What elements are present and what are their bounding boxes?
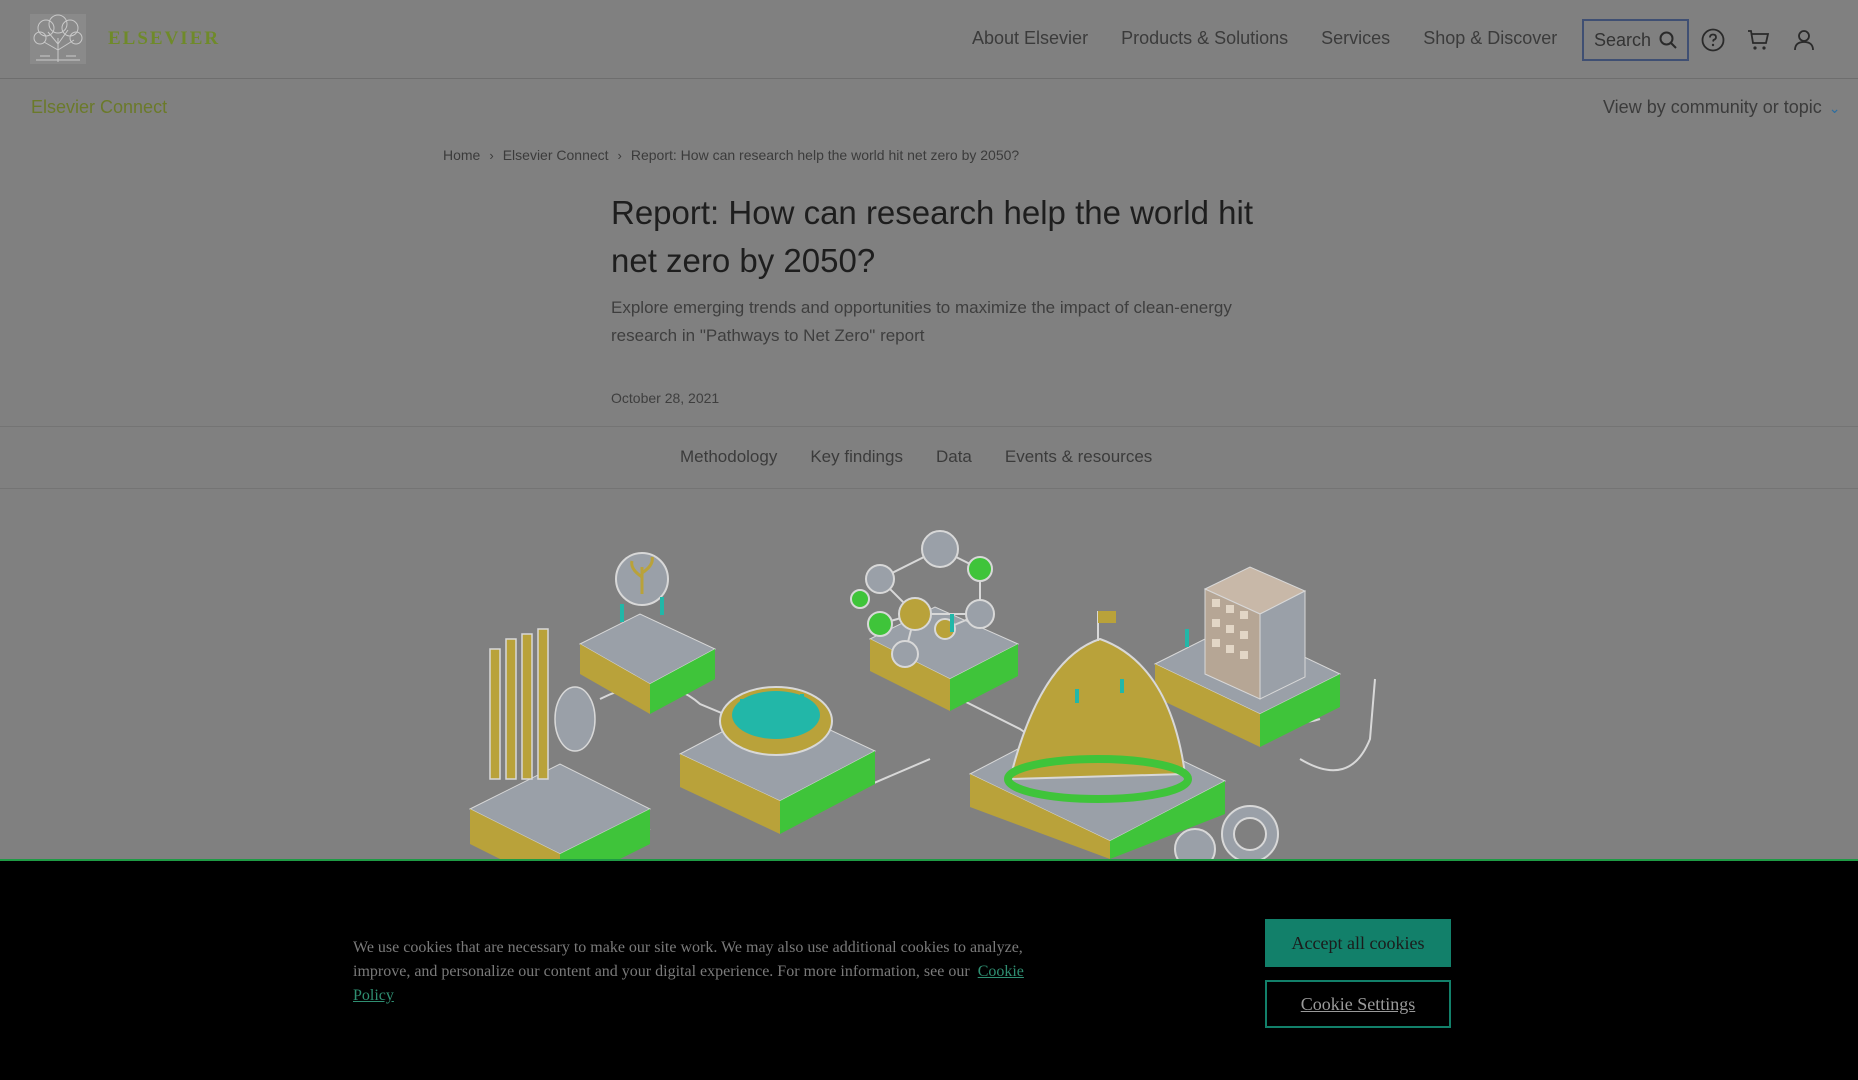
cart-icon[interactable]: [1746, 28, 1770, 52]
tab-methodology[interactable]: Methodology: [680, 447, 777, 467]
cookie-message: We use cookies that are necessary to mak…: [353, 939, 1023, 980]
nav-products-solutions[interactable]: Products & Solutions: [1121, 28, 1288, 49]
main-nav: About Elsevier Products & Solutions Serv…: [972, 28, 1590, 49]
breadcrumb-home[interactable]: Home: [443, 147, 480, 163]
breadcrumb-elsevier-connect[interactable]: Elsevier Connect: [503, 147, 609, 163]
tree-logo-icon: [30, 14, 86, 64]
accept-all-cookies-button[interactable]: Accept all cookies: [1265, 919, 1451, 967]
view-by-label: View by community or topic: [1603, 97, 1822, 117]
account-icon[interactable]: [1792, 28, 1816, 52]
cookie-banner: We use cookies that are necessary to mak…: [0, 859, 1858, 1080]
hero-illustration: [0, 489, 1858, 859]
search-button[interactable]: Search: [1582, 19, 1689, 61]
chevron-down-icon: ⌄: [1828, 100, 1841, 116]
breadcrumb-current: Report: How can research help the world …: [630, 147, 1020, 163]
top-navigation: ELSEVIER About Elsevier Products & Solut…: [0, 0, 1858, 79]
view-by-community-dropdown[interactable]: View by community or topic ⌄: [1603, 97, 1841, 118]
section-tabs: Methodology Key findings Data Events & r…: [0, 426, 1858, 489]
nav-shop-discover[interactable]: Shop & Discover: [1423, 28, 1557, 49]
page-title: Report: How can research help the world …: [611, 194, 1253, 279]
brand-wordmark: ELSEVIER: [108, 28, 221, 49]
chevron-right-icon: ›: [489, 147, 494, 163]
search-label: Search: [1594, 29, 1652, 50]
publish-date: October 28, 2021: [611, 390, 720, 406]
isometric-research-illustration: [468, 530, 1376, 859]
tab-key-findings[interactable]: Key findings: [810, 447, 903, 467]
breadcrumb: Home › Elsevier Connect › Report: How ca…: [443, 147, 1019, 163]
chevron-right-icon: ›: [617, 147, 622, 163]
nav-services[interactable]: Services: [1321, 28, 1390, 49]
elsevier-logo[interactable]: ELSEVIER: [30, 14, 220, 64]
nav-about-elsevier[interactable]: About Elsevier: [972, 28, 1088, 49]
search-icon: [1659, 31, 1677, 49]
cookie-notice-text: We use cookies that are necessary to mak…: [353, 936, 1053, 1008]
section-title-link[interactable]: Elsevier Connect: [31, 97, 167, 118]
article-summary: Explore emerging trends and opportunitie…: [611, 298, 1232, 345]
cookie-settings-button[interactable]: Cookie Settings: [1265, 980, 1451, 1028]
help-icon[interactable]: [1701, 28, 1725, 52]
tab-events-resources[interactable]: Events & resources: [1005, 447, 1152, 467]
tab-data[interactable]: Data: [936, 447, 972, 467]
